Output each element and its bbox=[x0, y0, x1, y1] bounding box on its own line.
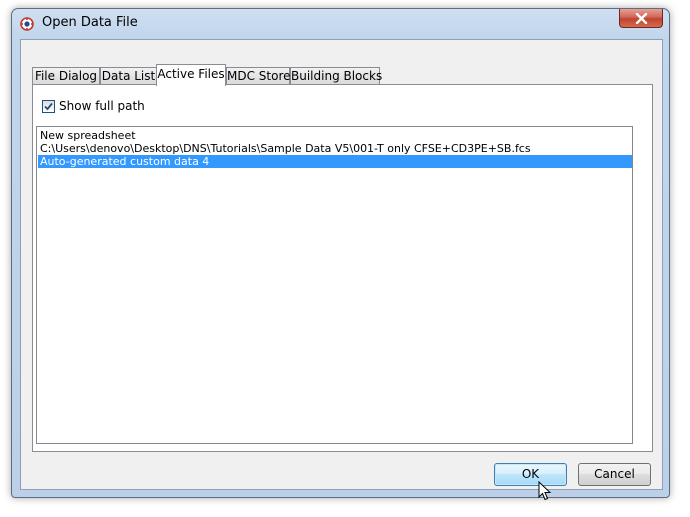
title-bar[interactable]: Open Data File bbox=[12, 9, 669, 39]
show-full-path-checkbox[interactable] bbox=[42, 100, 55, 113]
open-data-file-dialog: Open Data File File Dialog Data List Act… bbox=[11, 8, 670, 498]
active-files-list[interactable]: New spreadsheet C:\Users\denovo\Desktop\… bbox=[36, 126, 633, 444]
tab-mdc-store[interactable]: MDC Store bbox=[226, 67, 291, 85]
cancel-button[interactable]: Cancel bbox=[578, 463, 651, 486]
list-item-new-spreadsheet[interactable]: New spreadsheet bbox=[38, 129, 136, 142]
app-logo-icon bbox=[20, 17, 34, 31]
active-files-panel: Show full path New spreadsheet C:\Users\… bbox=[32, 84, 653, 452]
list-item-fcs-file[interactable]: C:\Users\denovo\Desktop\DNS\Tutorials\Sa… bbox=[38, 142, 531, 155]
tab-data-list[interactable]: Data List bbox=[100, 67, 157, 85]
list-item-custom-data[interactable]: Auto-generated custom data 4 bbox=[38, 155, 632, 168]
show-full-path-label[interactable]: Show full path bbox=[59, 99, 145, 113]
window-title: Open Data File bbox=[42, 15, 138, 30]
tab-active-files[interactable]: Active Files bbox=[156, 64, 226, 86]
tab-file-dialog[interactable]: File Dialog bbox=[32, 67, 100, 85]
button-bar: OK Cancel bbox=[20, 460, 663, 490]
dialog-body: File Dialog Data List Active Files MDC S… bbox=[20, 39, 663, 461]
checkmark-icon bbox=[44, 102, 53, 111]
close-button[interactable] bbox=[619, 9, 663, 28]
close-icon bbox=[635, 13, 648, 24]
tab-building-blocks[interactable]: Building Blocks bbox=[290, 67, 382, 85]
ok-button[interactable]: OK bbox=[494, 463, 567, 486]
mouse-pointer-icon bbox=[538, 481, 552, 501]
